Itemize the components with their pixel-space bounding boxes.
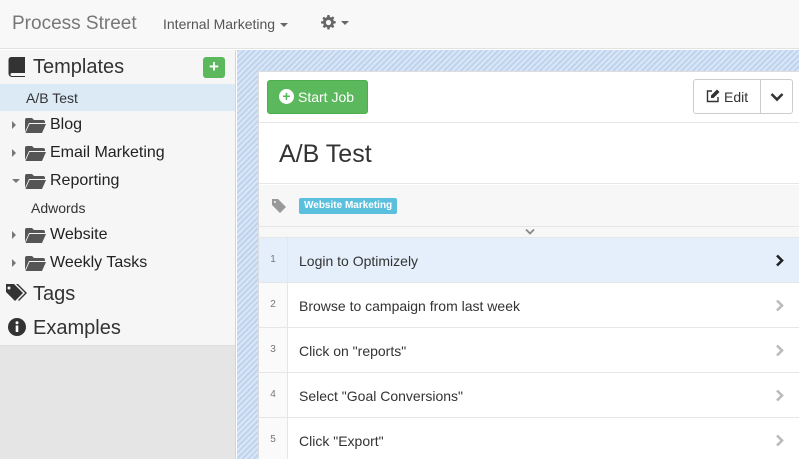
folder-label: Weekly Tasks xyxy=(50,254,148,271)
template-toolbar: + Start Job Edit xyxy=(259,72,799,123)
brand-logo[interactable]: Process Street xyxy=(12,13,137,35)
sidebar-item-ab-test[interactable]: A/B Test xyxy=(0,84,235,111)
task-label: Click "Export" xyxy=(299,433,384,449)
template-card: + Start Job Edit A/B Test Website Market… xyxy=(258,71,799,459)
tags-icon xyxy=(6,284,27,301)
folder-icon xyxy=(25,146,46,161)
folder-weekly-tasks[interactable]: Weekly Tasks xyxy=(0,249,235,277)
expand-arrow-icon[interactable] xyxy=(12,121,16,129)
title-area: A/B Test xyxy=(259,124,799,184)
task-number: 3 xyxy=(259,328,288,372)
folder-label: Website xyxy=(50,226,108,243)
settings-dropdown[interactable] xyxy=(321,14,349,32)
sidebar-item-label: Adwords xyxy=(31,200,86,216)
task-label: Select "Goal Conversions" xyxy=(299,388,464,404)
task-number: 5 xyxy=(259,418,288,459)
folder-icon xyxy=(25,228,46,243)
chevron-down-icon xyxy=(280,23,289,28)
chevron-right-icon xyxy=(776,434,784,447)
top-navbar: Process Street Internal Marketing xyxy=(0,0,799,49)
task-label: Browse to campaign from last week xyxy=(299,298,520,314)
task-row[interactable]: 3 Click on "reports" xyxy=(259,328,799,373)
folder-blog[interactable]: Blog xyxy=(0,111,235,139)
chevron-right-icon xyxy=(776,344,784,357)
edit-button[interactable]: Edit xyxy=(693,79,761,114)
sidebar: Templates + A/B Test Blog Email Marketin… xyxy=(0,50,236,459)
tags-section-header[interactable]: Tags xyxy=(0,277,235,311)
tags-label: Tags xyxy=(33,283,76,305)
chevron-down-icon xyxy=(770,93,784,102)
info-icon xyxy=(8,318,26,336)
tag-bar: Website Marketing xyxy=(259,185,799,227)
book-icon xyxy=(8,57,26,77)
task-number: 2 xyxy=(259,283,288,327)
org-dropdown-label: Internal Marketing xyxy=(163,16,276,32)
chevron-down-icon xyxy=(341,20,349,25)
chevron-right-icon xyxy=(776,389,784,402)
task-row[interactable]: 1 Login to Optimizely xyxy=(259,238,799,283)
folder-label: Blog xyxy=(50,116,83,133)
sidebar-nav: Templates + A/B Test Blog Email Marketin… xyxy=(0,50,235,346)
task-row[interactable]: 4 Select "Goal Conversions" xyxy=(259,373,799,418)
chevron-right-icon xyxy=(776,254,784,267)
tag-badge[interactable]: Website Marketing xyxy=(299,198,398,214)
folder-reporting[interactable]: Reporting xyxy=(0,167,235,195)
task-row[interactable]: 5 Click "Export" xyxy=(259,418,799,459)
templates-section-header[interactable]: Templates + xyxy=(0,50,235,84)
gear-icon xyxy=(321,15,336,30)
task-label: Click on "reports" xyxy=(299,343,407,359)
folder-email-marketing[interactable]: Email Marketing xyxy=(0,139,235,167)
examples-label: Examples xyxy=(33,317,121,339)
chevron-down-icon xyxy=(525,228,535,235)
edit-label: Edit xyxy=(724,89,749,105)
task-number: 4 xyxy=(259,373,288,417)
tag-icon[interactable] xyxy=(272,199,286,213)
task-row[interactable]: 2 Browse to campaign from last week xyxy=(259,283,799,328)
expand-arrow-icon[interactable] xyxy=(12,149,16,157)
task-number: 1 xyxy=(259,238,288,282)
task-label: Login to Optimizely xyxy=(299,253,419,269)
org-dropdown[interactable]: Internal Marketing xyxy=(163,16,289,32)
main-area: + Start Job Edit A/B Test Website Market… xyxy=(237,50,799,459)
collapse-arrow-icon[interactable] xyxy=(12,179,20,183)
add-template-button[interactable]: + xyxy=(203,57,225,78)
expand-arrow-icon[interactable] xyxy=(12,231,16,239)
page-title[interactable]: A/B Test xyxy=(279,140,372,169)
folder-label: Email Marketing xyxy=(50,144,165,161)
chevron-right-icon xyxy=(776,299,784,312)
start-job-label: Start Job xyxy=(298,89,355,105)
folder-label: Reporting xyxy=(50,172,120,189)
plus-circle-icon: + xyxy=(279,89,294,104)
sidebar-item-label: A/B Test xyxy=(26,90,78,106)
folder-icon xyxy=(25,118,46,133)
templates-label: Templates xyxy=(33,56,125,78)
more-options-dropdown[interactable] xyxy=(760,79,793,114)
start-job-button[interactable]: + Start Job xyxy=(267,80,368,114)
sidebar-item-adwords[interactable]: Adwords xyxy=(0,195,235,221)
expand-arrow-icon[interactable] xyxy=(12,259,16,267)
examples-section-header[interactable]: Examples xyxy=(0,311,235,345)
folder-open-icon xyxy=(25,174,46,189)
task-list: 1 Login to Optimizely 2 Browse to campai… xyxy=(259,238,799,459)
folder-website[interactable]: Website xyxy=(0,221,235,249)
edit-icon xyxy=(706,89,720,103)
expand-toggle[interactable] xyxy=(259,227,799,238)
folder-icon xyxy=(25,256,46,271)
